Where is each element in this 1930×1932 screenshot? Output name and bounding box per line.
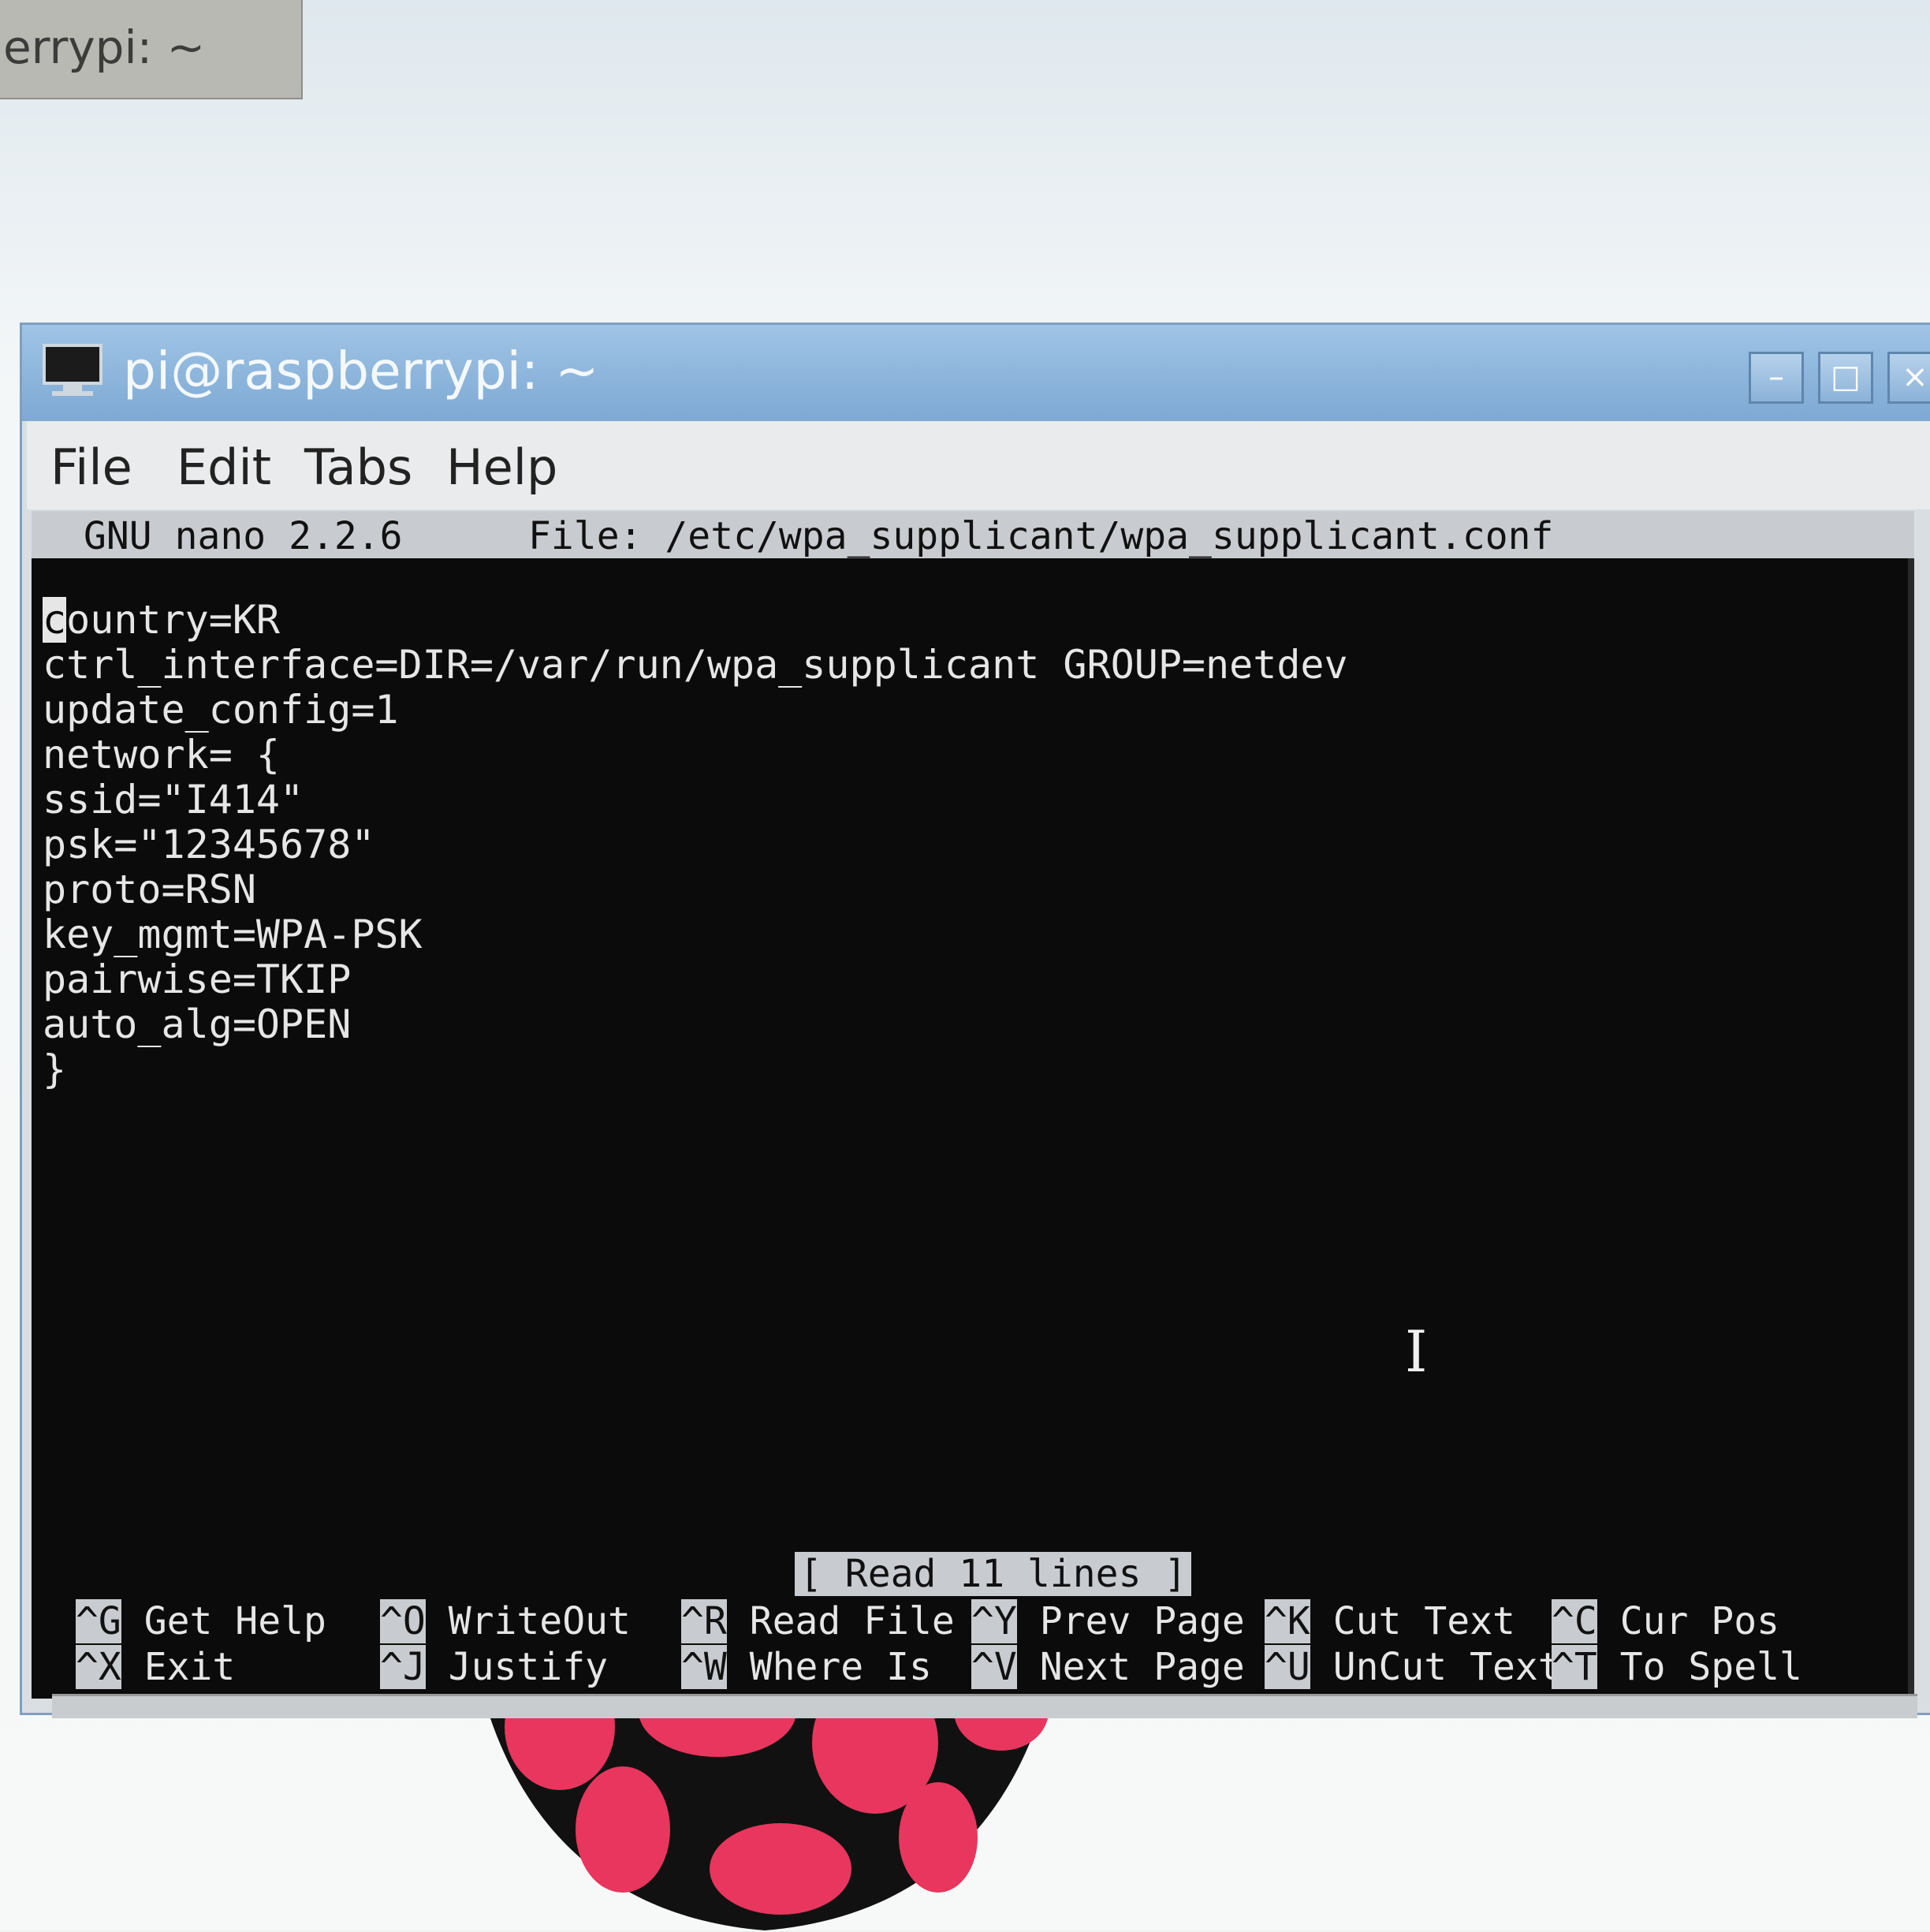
editor-line: ctrl_interface=DIR=/var/run/wpa_supplica… bbox=[43, 642, 1348, 688]
status-message: [ Read 11 lines ] bbox=[795, 1552, 1192, 1596]
menu-help[interactable]: Help bbox=[446, 438, 557, 496]
editor-line: ssid="I414" bbox=[43, 777, 304, 822]
shortcut-prev-page[interactable]: ^Y Prev Page bbox=[971, 1599, 1245, 1643]
shortcut-justify[interactable]: ^J Justify bbox=[380, 1645, 608, 1689]
editor-line: network= { bbox=[43, 732, 281, 778]
nano-header-bar: GNU nano 2.2.6 File: /etc/wpa_supplicant… bbox=[32, 511, 1914, 558]
menu-tabs[interactable]: Tabs bbox=[304, 438, 412, 496]
editor-line: proto=RSN bbox=[43, 867, 256, 912]
editor-line: psk="12345678" bbox=[43, 822, 375, 867]
editor-line: key_mgmt=WPA-PSK bbox=[43, 912, 423, 957]
shortcut-to-spell[interactable]: ^T To Spell bbox=[1552, 1645, 1802, 1689]
shortcut-writeout[interactable]: ^O WriteOut bbox=[380, 1599, 631, 1643]
menu-edit[interactable]: Edit bbox=[177, 438, 271, 496]
shortcut-cut-text[interactable]: ^K Cut Text bbox=[1265, 1599, 1515, 1643]
shortcut-bar: ^G Get Help ^X Exit ^O WriteOut ^J Justi… bbox=[76, 1599, 1889, 1694]
shortcut-uncut-text[interactable]: ^U UnCut Text bbox=[1265, 1645, 1561, 1689]
window-title: pi@raspberrypi: ~ bbox=[123, 341, 599, 401]
editor-line: auto_alg=OPEN bbox=[43, 1001, 352, 1047]
nano-version: GNU nano 2.2.6 bbox=[84, 514, 403, 558]
minimize-button[interactable]: – bbox=[1749, 352, 1804, 404]
text-cursor: c bbox=[43, 597, 67, 643]
ibeam-cursor-icon: I bbox=[1405, 1318, 1428, 1385]
shortcut-cur-pos[interactable]: ^C Cur Pos bbox=[1552, 1599, 1779, 1643]
shortcut-exit[interactable]: ^X Exit bbox=[76, 1645, 235, 1689]
menubar: File Edit Tabs Help bbox=[27, 421, 1930, 509]
taskbar-button-label: errypi: ~ bbox=[3, 21, 206, 74]
maximize-button[interactable]: □ bbox=[1818, 352, 1873, 404]
editor-line: } bbox=[43, 1046, 67, 1092]
editor-line: update_config=1 bbox=[43, 687, 399, 733]
terminal-scrollbar[interactable] bbox=[1908, 558, 1914, 1699]
editor-line: country=KR bbox=[43, 597, 281, 643]
taskbar-button-background-terminal[interactable]: errypi: ~ bbox=[0, 0, 303, 99]
shortcut-next-page[interactable]: ^V Next Page bbox=[971, 1645, 1245, 1689]
nano-file-path: File: /etc/wpa_supplicant/wpa_supplicant… bbox=[528, 514, 1554, 558]
terminal-icon bbox=[43, 344, 102, 396]
terminal-area[interactable]: GNU nano 2.2.6 File: /etc/wpa_supplicant… bbox=[32, 511, 1914, 1699]
close-button[interactable]: × bbox=[1887, 352, 1930, 404]
window-titlebar[interactable]: pi@raspberrypi: ~ – □ × bbox=[22, 325, 1930, 421]
terminal-window: pi@raspberrypi: ~ – □ × File Edit Tabs H… bbox=[22, 325, 1930, 1713]
shortcut-read-file[interactable]: ^R Read File bbox=[681, 1599, 955, 1643]
shortcut-get-help[interactable]: ^G Get Help bbox=[76, 1599, 326, 1643]
shortcut-where-is[interactable]: ^W Where Is bbox=[681, 1645, 932, 1689]
editor-line: pairwise=TKIP bbox=[43, 957, 352, 1002]
menu-file[interactable]: File bbox=[50, 438, 132, 496]
editor-buffer[interactable]: country=KR ctrl_interface=DIR=/var/run/w… bbox=[43, 597, 1348, 1092]
window-bottom-edge bbox=[52, 1694, 1917, 1718]
